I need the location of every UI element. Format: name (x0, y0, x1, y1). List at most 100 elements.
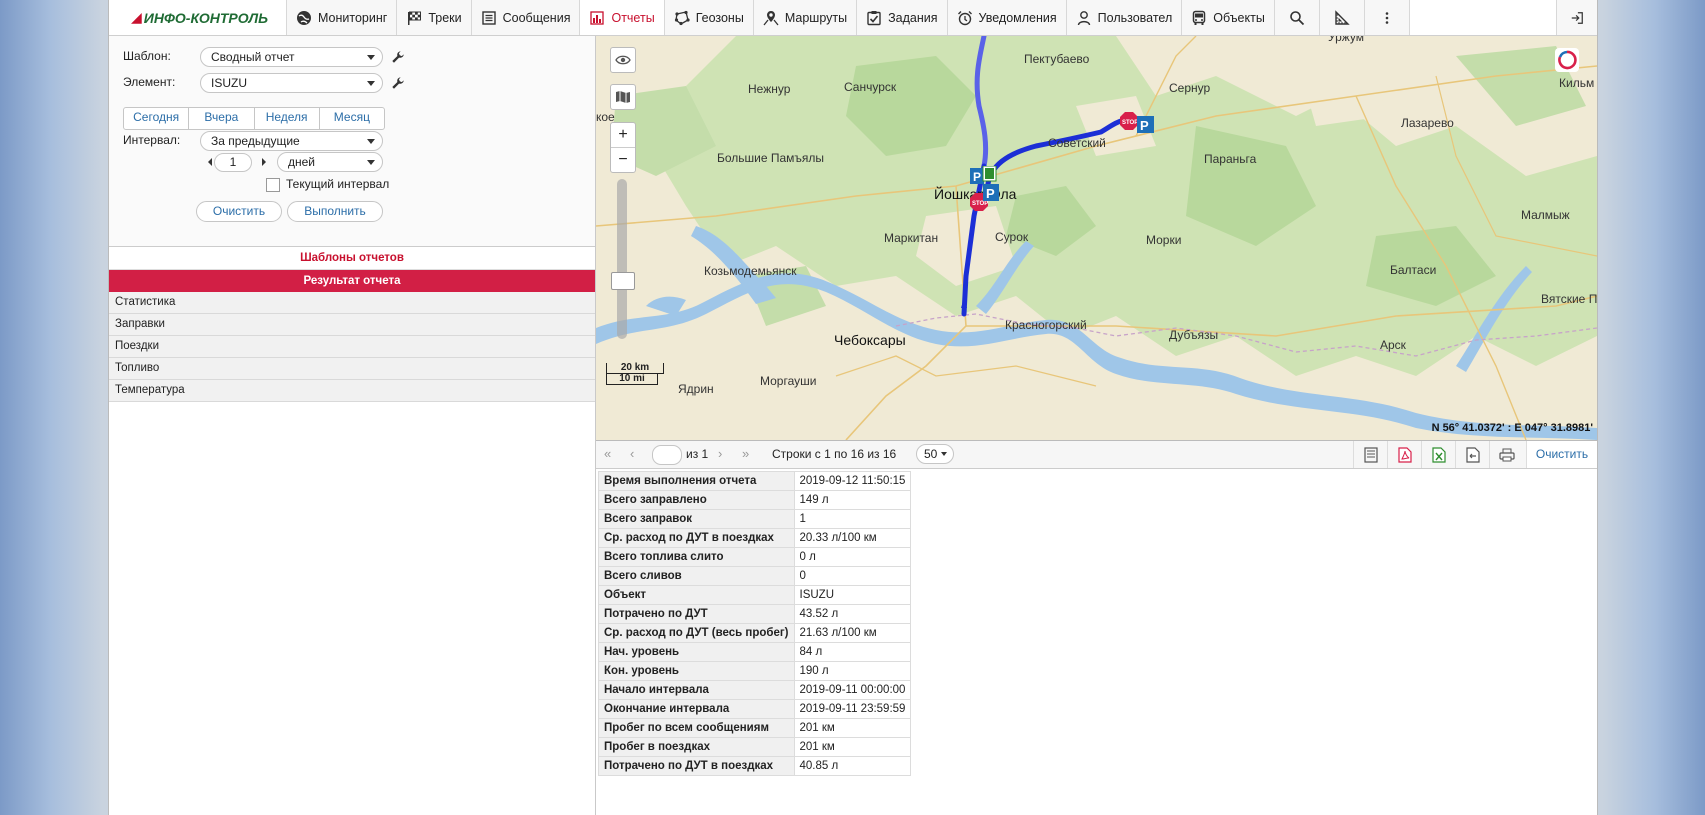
zoom-slider-handle[interactable] (611, 272, 635, 290)
result-item-refuels[interactable]: Заправки (109, 314, 595, 336)
row-key: Пробег в поездках (598, 737, 795, 757)
wrench-icon[interactable] (391, 76, 405, 90)
row-value: 1 (793, 509, 912, 529)
interval-label: Интервал: (123, 133, 181, 147)
map-label: Моргауши (760, 374, 817, 388)
result-item-temperature[interactable]: Температура (109, 380, 595, 402)
zoom-out-button[interactable]: − (611, 147, 635, 172)
map-label: Красногорский (1005, 318, 1087, 332)
table-row: Всего сливов 0 (598, 566, 912, 586)
table-row: Всего топлива слито 0 л (598, 547, 912, 567)
decrement-icon[interactable] (208, 158, 212, 166)
nav-tracks[interactable]: Треки (397, 0, 472, 35)
zoom-in-button[interactable]: + (611, 123, 635, 147)
templates-header[interactable]: Шаблоны отчетов (109, 247, 595, 270)
nav-reports[interactable]: Отчеты (580, 0, 665, 35)
chevron-down-icon (367, 160, 375, 165)
clear-button[interactable]: Очистить (196, 201, 282, 222)
result-header[interactable]: Результат отчета (109, 270, 595, 292)
prev-page-icon[interactable]: ‹ (630, 446, 634, 461)
nav-label: Мониторинг (318, 10, 388, 25)
map-visibility-button[interactable] (610, 47, 636, 73)
result-item-fuel[interactable]: Топливо (109, 358, 595, 380)
table-row: Время выполнения отчета 2019-09-12 11:50:… (598, 471, 912, 491)
element-select[interactable]: ISUZU (200, 73, 383, 93)
parking-marker-icon[interactable]: P (983, 184, 1001, 202)
report-form: Шаблон: Сводный отчет Элемент: ISUZU Сег… (109, 36, 595, 247)
zoom-control: + − (610, 122, 636, 173)
chevron-down-icon (367, 139, 375, 144)
nav-users[interactable]: Пользовател (1066, 0, 1183, 35)
first-page-icon[interactable]: « (604, 446, 611, 461)
nav-messages[interactable]: Сообщения (471, 0, 581, 35)
map-label: Балтаси (1390, 263, 1437, 277)
nav-geozones[interactable]: Геозоны (664, 0, 754, 35)
run-button[interactable]: Выполнить (287, 201, 383, 222)
print-button[interactable] (1489, 441, 1524, 468)
unit-select[interactable]: дней (277, 152, 383, 172)
logout-button[interactable] (1557, 0, 1597, 35)
wrench-icon[interactable] (391, 50, 405, 64)
globe-icon (297, 10, 311, 25)
row-key: Объект (598, 585, 795, 605)
export-file-button[interactable] (1455, 441, 1490, 468)
nav-objects[interactable]: Объекты (1182, 0, 1275, 35)
nav-measure[interactable] (1319, 0, 1365, 35)
logo-mark-icon: ◢ (131, 9, 142, 25)
map-label: Лазарево (1401, 116, 1454, 130)
row-value: 149 л (793, 490, 912, 510)
grid-clear-button[interactable]: Очистить (1526, 441, 1597, 468)
print-layout-button[interactable] (1353, 441, 1388, 468)
logo[interactable]: ◢ ИНФО-КОНТРОЛЬ (109, 0, 287, 35)
page-input[interactable] (652, 445, 682, 465)
map-scale: 20 km 10 mi (606, 363, 664, 385)
next-page-icon[interactable]: › (718, 446, 722, 461)
zoom-slider-track[interactable] (617, 179, 627, 339)
map-label: Советский (1048, 136, 1106, 150)
map-label: Морки (1146, 233, 1182, 247)
nav-notifications[interactable]: Уведомления (947, 0, 1067, 35)
alarm-clock-icon (957, 10, 972, 25)
stop-marker-icon[interactable]: STOP (1120, 112, 1138, 130)
nav-label: Пользовател (1097, 10, 1173, 25)
row-value: 43.52 л (793, 604, 912, 624)
row-key: Всего заправок (598, 509, 795, 529)
map-label: Санчурск (844, 80, 897, 94)
nav-search[interactable] (1274, 0, 1320, 35)
period-today-button[interactable]: Сегодня (124, 108, 190, 129)
row-key: Потрачено по ДУТ (598, 604, 795, 624)
map-label: Кильм (1559, 76, 1595, 90)
table-row: Ср. расход по ДУТ (весь пробег) 21.63 л/1… (598, 623, 912, 643)
table-row: Всего заправлено 149 л (598, 490, 912, 510)
period-week-button[interactable]: Неделя (255, 108, 320, 129)
template-select[interactable]: Сводный отчет (200, 47, 383, 67)
svg-text:P: P (986, 186, 995, 201)
row-key: Нач. уровень (598, 642, 795, 662)
last-page-icon[interactable]: » (742, 446, 749, 461)
count-input[interactable]: 1 (214, 153, 252, 172)
result-item-statistics[interactable]: Статистика (109, 292, 595, 314)
map-view[interactable]: Уржум Пектубаево Нежнур Санчурск Сернур … (596, 36, 1597, 441)
nav-label: Маршруты (784, 10, 848, 25)
map-layers-icon (616, 91, 630, 103)
interval-select[interactable]: За предыдущие (200, 131, 383, 151)
current-interval-checkbox[interactable] (266, 178, 280, 192)
parking-marker-icon[interactable]: P (1137, 116, 1155, 134)
row-value: 84 л (793, 642, 912, 662)
period-yesterday-button[interactable]: Вчера (189, 108, 255, 129)
nav-tasks[interactable]: Задания (857, 0, 948, 35)
map-layers-button[interactable] (610, 84, 636, 110)
nav-label: Сообщения (502, 10, 571, 25)
nav-routes[interactable]: Маршруты (753, 0, 858, 35)
increment-icon[interactable] (262, 158, 266, 166)
nav-monitoring[interactable]: Мониторинг (287, 0, 398, 35)
period-month-button[interactable]: Месяц (320, 108, 384, 129)
export-excel-button[interactable] (1421, 441, 1456, 468)
template-value: Сводный отчет (211, 50, 295, 64)
result-item-trips[interactable]: Поездки (109, 336, 595, 358)
page-size-select[interactable]: 50 (916, 444, 954, 464)
export-pdf-button[interactable] (1387, 441, 1422, 468)
parking-marker-icon[interactable]: P (970, 166, 1000, 186)
map-label: Козьмодемьянск (704, 264, 797, 278)
nav-more[interactable] (1364, 0, 1410, 35)
